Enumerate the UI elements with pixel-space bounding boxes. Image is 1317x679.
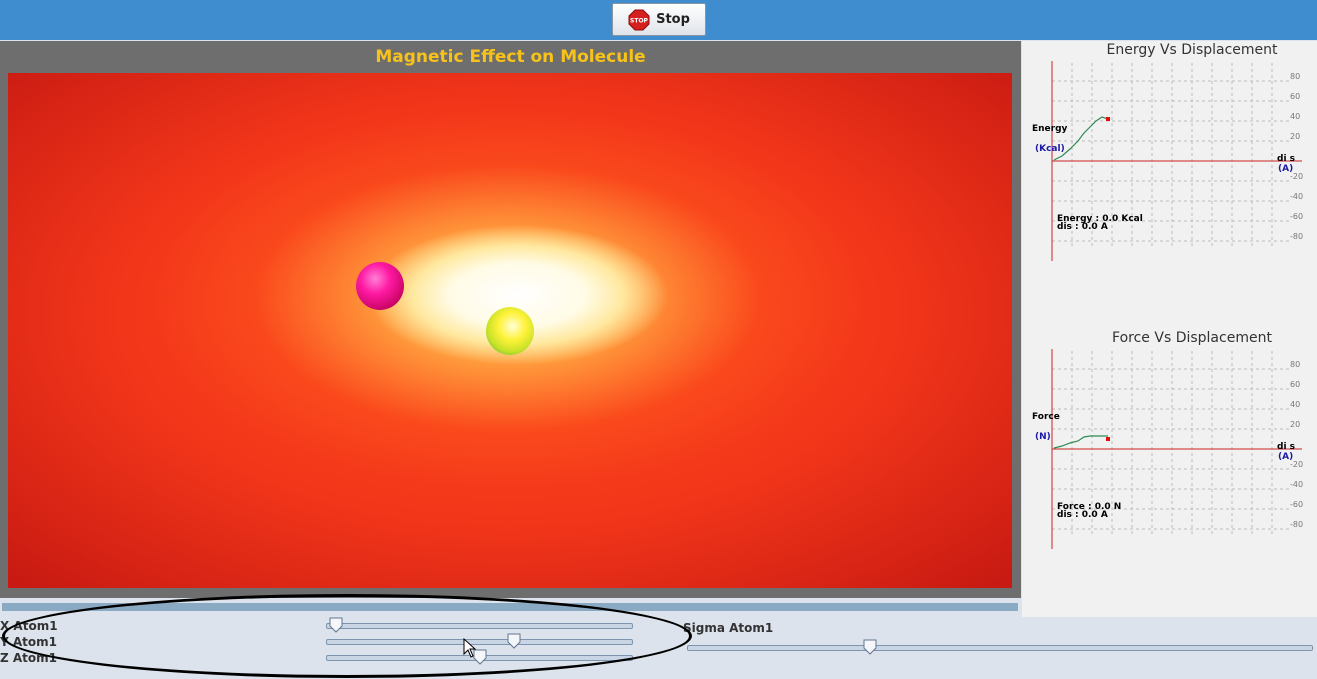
stop-sign-icon: STOP <box>628 9 650 30</box>
z-atom-label: Z Atom1 <box>0 651 57 665</box>
simulation-panel: Magnetic Effect on Molecule <box>0 41 1021 598</box>
slider-controls: X Atom1 Y Atom1 Z Atom1 Sigma Atom1 <box>0 617 1317 679</box>
stop-button-label: Stop <box>656 12 690 27</box>
sigma-atom-slider-thumb[interactable] <box>863 639 877 655</box>
yellow-atom <box>486 307 534 355</box>
energy-tick-label: -80 <box>1290 232 1303 241</box>
sigma-atom-slider[interactable] <box>687 645 1313 651</box>
energy-tick-label: -60 <box>1290 212 1303 221</box>
force-graph: Force Vs Displacement Force (N) di s (A)… <box>1022 329 1317 617</box>
energy-y-label: Energy <box>1032 124 1068 134</box>
y-atom-label: Y Atom1 <box>0 635 57 649</box>
energy-tick-label: 20 <box>1290 132 1300 141</box>
force-tick-label: -60 <box>1290 500 1303 509</box>
top-toolbar: STOP Stop <box>0 0 1317 40</box>
force-graph-canvas: Force (N) di s (A) Force : 0.0 N dis : 0… <box>1032 349 1303 549</box>
svg-text:STOP: STOP <box>630 17 649 24</box>
stop-button[interactable]: STOP Stop <box>612 3 706 36</box>
energy-graph: Energy Vs Displacement Energy (Kcal) di … <box>1022 41 1317 329</box>
energy-x-label: di s <box>1277 154 1295 164</box>
x-atom-label: X Atom1 <box>0 619 58 633</box>
force-tick-label: -20 <box>1290 460 1303 469</box>
force-readout-dis: dis : 0.0 A <box>1057 510 1108 520</box>
simulation-title: Magnetic Effect on Molecule <box>375 47 646 67</box>
energy-readout-dis: dis : 0.0 A <box>1057 222 1108 232</box>
energy-tick-label: 60 <box>1290 92 1300 101</box>
sigma-atom-label: Sigma Atom1 <box>683 621 774 635</box>
force-tick-label: 60 <box>1290 380 1300 389</box>
force-tick-label: 80 <box>1290 360 1300 369</box>
energy-tick-label: -40 <box>1290 192 1303 201</box>
energy-tick-label: -20 <box>1290 172 1303 181</box>
force-x-label: di s <box>1277 442 1295 452</box>
energy-y-unit: (Kcal) <box>1035 144 1065 154</box>
x-atom-slider-thumb[interactable] <box>329 617 343 633</box>
force-marker <box>1106 437 1110 441</box>
y-atom-slider[interactable] <box>326 639 633 645</box>
energy-graph-canvas: Energy (Kcal) di s (A) Energy : 0.0 Kcal… <box>1032 61 1303 261</box>
y-atom-slider-thumb[interactable] <box>507 633 521 649</box>
mouse-cursor-icon <box>463 638 477 658</box>
force-tick-label: -40 <box>1290 480 1303 489</box>
energy-tick-label: 40 <box>1290 112 1300 121</box>
magenta-atom <box>356 262 404 310</box>
energy-tick-label: 80 <box>1290 72 1300 81</box>
force-tick-label: 40 <box>1290 400 1300 409</box>
force-y-label: Force <box>1032 412 1060 422</box>
progress-strip <box>2 603 1018 611</box>
energy-marker <box>1106 117 1110 121</box>
force-y-unit: (N) <box>1035 432 1051 442</box>
force-tick-label: -80 <box>1290 520 1303 529</box>
force-tick-label: 20 <box>1290 420 1300 429</box>
simulation-viewport[interactable] <box>8 73 1012 588</box>
force-curve <box>1053 435 1108 449</box>
graph-panel: Energy Vs Displacement Energy (Kcal) di … <box>1022 41 1317 617</box>
x-atom-slider[interactable] <box>326 623 633 629</box>
